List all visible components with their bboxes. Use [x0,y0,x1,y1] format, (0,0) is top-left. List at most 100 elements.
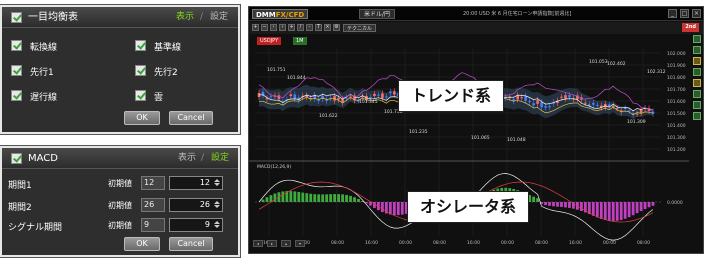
tab-show[interactable]: 表示 [176,7,194,28]
stepper-arrows-icon[interactable] [213,200,221,210]
tab-settings[interactable]: 設定 [210,7,228,28]
indicator-enable-checkbox[interactable] [11,153,22,164]
price-annotation: 101.345 [359,99,378,105]
candle-body [269,96,273,98]
cancel-button[interactable]: Cancel [169,237,213,251]
checkbox-senkou2[interactable] [135,65,146,76]
checkbox-tenkan[interactable] [11,40,22,51]
macd-histogram-bar [536,198,539,202]
price-axis-label: 101.500 [667,111,686,117]
candle-body [528,100,531,103]
label-period2: 期間2 [8,203,32,213]
macd-histogram-bar [321,194,325,202]
signal-period-stepper[interactable]: 9 [169,218,223,232]
label-senkou1: 先行1 [30,68,54,78]
macd-histogram-bar [289,191,293,202]
camera-icon[interactable] [693,46,701,54]
candle-body [639,109,643,113]
macd-histogram-bar [591,202,595,216]
macd-histogram-bar [599,202,603,219]
candle-body [317,99,320,101]
candle-body [540,102,543,108]
candle-body [532,103,535,106]
price-axis-label: 101.300 [667,135,686,141]
macd-histogram-bar [579,202,583,211]
checkbox-kijun[interactable] [135,40,146,51]
zero-label: 0.0000 [667,200,683,206]
candle-body [293,94,297,99]
macd-settings-dialog: MACD 表示 / 設定 期間1 初期値 12 12 期間2 初期値 26 26… [0,146,240,257]
period1-stepper[interactable]: 12 [169,176,223,190]
expand-icon[interactable] [693,90,701,98]
indicator-enable-checkbox[interactable] [11,12,22,23]
mode-separator: / [200,12,204,22]
label-period1: 期間1 [8,181,32,191]
period2-value[interactable]: 26 [200,200,210,209]
candle-body [623,107,627,109]
stepper-arrows-icon[interactable] [213,220,221,230]
macd-histogram-bar [556,202,559,207]
ichimoku-settings-dialog: 一目均衡表 表示 / 設定 転換線 基準線 先行1 先行2 遅行線 雲 OK C… [0,5,240,134]
macd-histogram-bar [532,196,536,202]
signal-period-value[interactable]: 9 [205,220,210,229]
checkbox-chikou[interactable] [11,90,22,101]
checkbox-senkou1[interactable] [11,65,22,76]
mini-button-4[interactable]: ▾ [295,240,305,247]
checkbox-cloud[interactable] [135,90,146,101]
mini-button-2[interactable]: ▸ [267,240,277,247]
candle-body [289,94,293,97]
macd-histogram-bar [396,202,400,216]
macd-histogram-bar [607,202,611,221]
macd-histogram-bar [293,191,297,202]
macd-histogram-bar [345,194,348,202]
candle-body [393,91,396,95]
cancel-button[interactable]: Cancel [169,111,213,125]
macd-histogram-bar [297,191,301,202]
mode-separator: / [201,153,205,163]
macd-histogram-bar [353,197,356,202]
candle-body [596,104,599,106]
macd-histogram-bar [305,193,309,202]
mini-button-1[interactable]: ◂ [253,240,263,247]
tab-show[interactable]: 表示 [178,148,196,169]
macd-histogram-bar [611,202,615,222]
default-value-signal: 9 [141,218,165,232]
macd-histogram-bar [333,194,337,202]
macd-histogram-bar [615,202,619,221]
lock-icon[interactable] [693,112,701,120]
macd-histogram-bar [651,202,655,206]
period2-stepper[interactable]: 26 [169,198,223,212]
color-icon[interactable] [693,79,701,87]
trend-category-label: トレンド系 [398,80,505,112]
macd-histogram-bar [647,202,651,208]
oscillator-category-label: オシレータ系 [407,191,530,223]
price-axis-label: 101.700 [667,87,686,93]
macd-histogram-bar [639,202,643,212]
ok-button[interactable]: OK [124,111,160,125]
macd-histogram-bar [265,197,269,202]
macd-histogram-bar [560,202,563,208]
label-kijun: 基準線 [154,43,182,53]
macd-histogram-bar [301,192,305,202]
pin-icon[interactable] [693,35,701,43]
candle-body [544,106,547,108]
candle-body [520,97,523,99]
macd-histogram-bar [392,202,396,216]
tab-settings[interactable]: 設定 [211,148,229,169]
dialog-header: 一目均衡表 表示 / 設定 [2,7,238,28]
ok-button[interactable]: OK [124,237,160,251]
mini-button-3[interactable]: ▴ [281,240,291,247]
stepper-arrows-icon[interactable] [213,178,221,188]
bell-icon[interactable] [693,101,701,109]
candle-body [524,96,527,101]
grid-icon[interactable] [693,68,701,76]
macd-histogram-bar [357,198,360,202]
macd-histogram-bar [623,202,627,219]
candle-body [385,96,388,98]
layers-icon[interactable] [693,57,701,65]
price-axis-label: 102.000 [667,51,686,57]
price-annotation: 101.048 [507,137,526,143]
candle-body [381,93,384,99]
dialog-title: 一目均衡表 [28,12,78,23]
period1-value[interactable]: 12 [200,178,210,187]
